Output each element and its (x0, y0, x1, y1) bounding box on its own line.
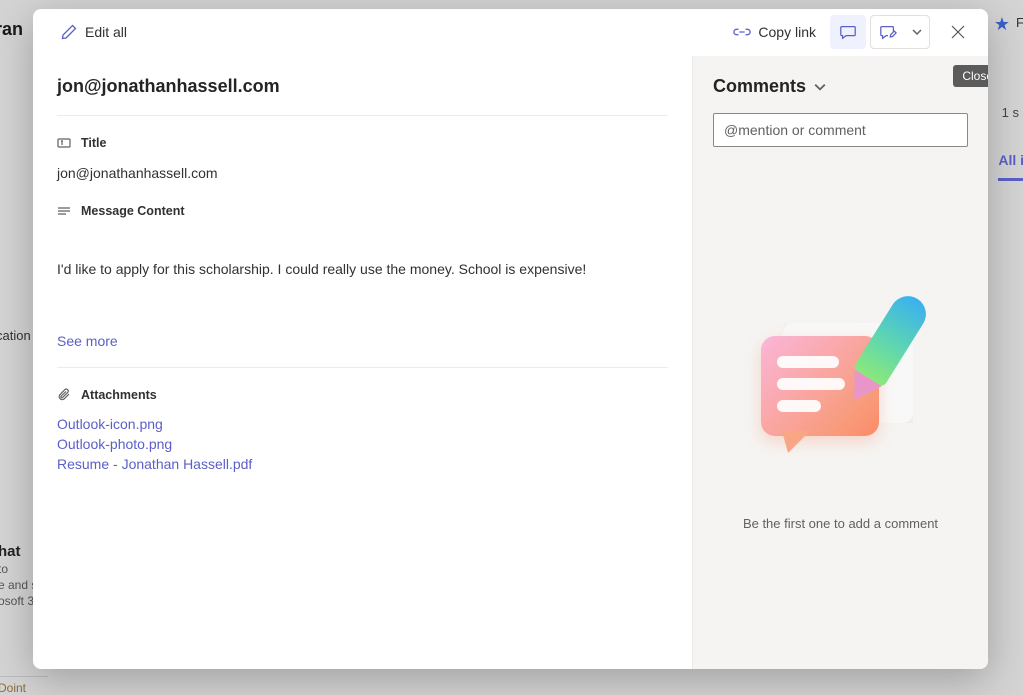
background-tab-all: All i (998, 152, 1023, 181)
comments-illustration (753, 301, 928, 476)
textbox-icon (57, 136, 71, 150)
activity-button[interactable] (871, 15, 905, 49)
link-icon (733, 23, 751, 41)
field-message: Message Content I'd like to apply for th… (57, 184, 668, 280)
attachment-link[interactable]: Resume - Jonathan Hassell.pdf (57, 454, 668, 474)
close-icon (950, 24, 966, 40)
comment-icon (839, 23, 857, 41)
edit-all-button[interactable]: Edit all (53, 18, 135, 46)
comment-input[interactable] (713, 113, 968, 147)
comments-empty-state: Be the first one to add a comment (713, 187, 968, 645)
comment-edit-icon (879, 23, 897, 41)
pencil-icon (61, 24, 77, 40)
activity-dropdown-group (870, 15, 930, 49)
field-title-value[interactable]: jon@jonathanhassell.com (57, 162, 668, 184)
edit-all-label: Edit all (85, 24, 127, 40)
background-partial-text: cation (0, 328, 31, 343)
main-content: jon@jonathanhassell.com Title jon@jonath… (33, 56, 692, 669)
comments-toggle-button[interactable] (830, 15, 866, 49)
chevron-down-icon (814, 81, 826, 93)
header-actions: Copy link (723, 15, 976, 49)
background-partial-text: e and s (0, 578, 37, 592)
field-title: Title jon@jonathanhassell.com (57, 116, 668, 184)
field-title-label: Title (81, 136, 106, 150)
comments-panel: Comments (692, 56, 988, 669)
background-partial-text: 1 s (1002, 105, 1019, 120)
background-partial-text: to (0, 562, 8, 576)
field-attachments: Attachments Outlook-icon.png Outlook-pho… (57, 368, 668, 475)
close-button[interactable] (940, 15, 976, 49)
modal-body: jon@jonathanhassell.com Title jon@jonath… (33, 56, 988, 669)
attachments-list: Outlook-icon.png Outlook-photo.png Resum… (57, 414, 668, 475)
chevron-down-icon (912, 27, 922, 37)
field-message-value[interactable]: I'd like to apply for this scholarship. … (57, 258, 668, 280)
background-chat-heading: hat (0, 543, 21, 560)
paperclip-icon (57, 388, 71, 402)
activity-dropdown-caret[interactable] (905, 27, 929, 37)
background-partial-text: ran (0, 19, 23, 40)
attachment-link[interactable]: Outlook-icon.png (57, 414, 668, 434)
comments-empty-text: Be the first one to add a comment (743, 516, 938, 531)
field-message-label: Message Content (81, 204, 185, 218)
item-title-heading: jon@jonathanhassell.com (57, 76, 668, 116)
close-tooltip: Close (953, 65, 988, 87)
item-detail-modal: Edit all Copy link (33, 9, 988, 669)
comments-title: Comments (713, 76, 806, 97)
copy-link-label: Copy link (758, 24, 816, 40)
copy-link-button[interactable]: Copy link (723, 16, 826, 48)
attachment-link[interactable]: Outlook-photo.png (57, 434, 668, 454)
see-more-link[interactable]: See more (57, 333, 668, 349)
field-attachments-label: Attachments (81, 388, 157, 402)
star-icon: ★ (994, 14, 1010, 35)
background-partial-text: F (1016, 15, 1023, 30)
comments-header[interactable]: Comments (713, 76, 968, 97)
modal-header: Edit all Copy link (33, 9, 988, 56)
text-lines-icon (57, 204, 71, 218)
